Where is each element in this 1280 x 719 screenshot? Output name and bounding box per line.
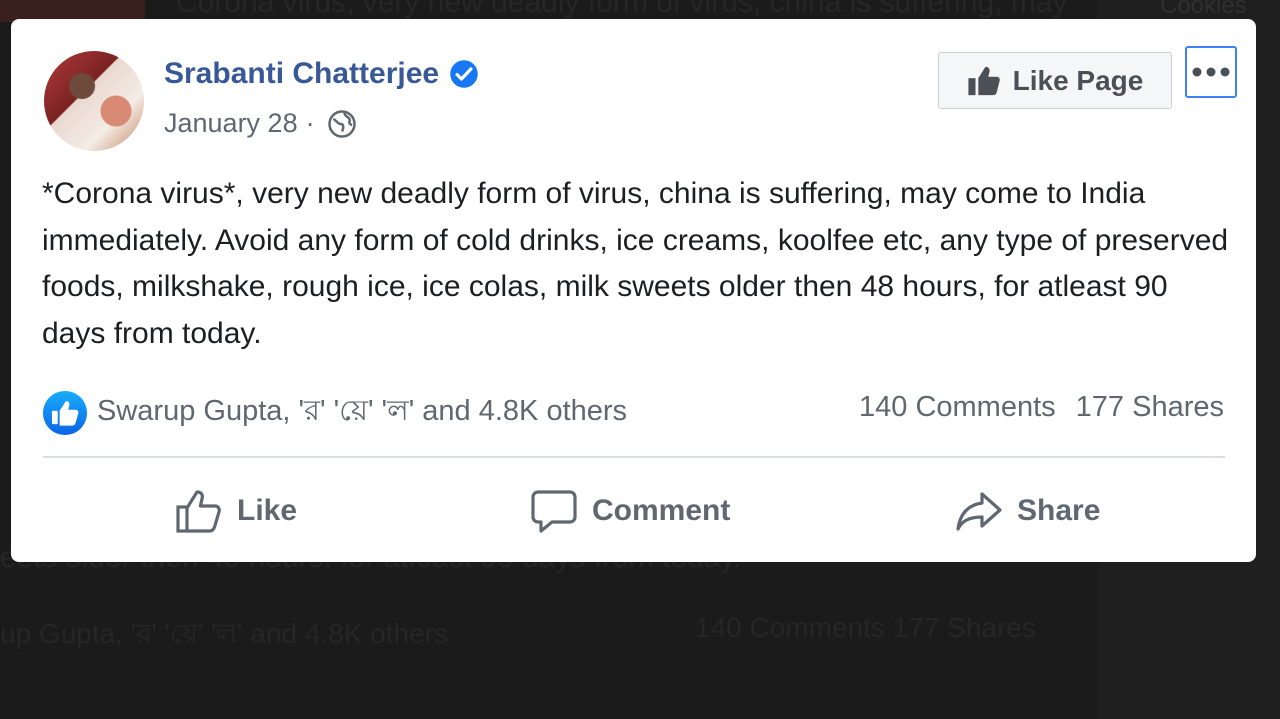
comment-button[interactable]: Comment xyxy=(530,484,730,538)
share-arrow-icon xyxy=(956,492,1002,531)
meta-separator: · xyxy=(305,108,315,138)
share-button[interactable]: Share xyxy=(955,484,1100,538)
more-options-button[interactable] xyxy=(1185,46,1237,98)
comment-bubble-icon xyxy=(531,490,577,533)
more-options-icon xyxy=(1192,67,1230,77)
post-stats: 140 Comments 177 Shares xyxy=(859,391,1224,424)
post-text: *Corona virus*, very new deadly form of … xyxy=(42,177,1229,350)
post-card: Srabanti Chatterjee January 28 · Like Pa… xyxy=(11,19,1256,562)
like-button[interactable]: Like xyxy=(175,484,297,538)
background-reactions: up Gupta, 'র' 'য়ে' 'ল' and 4.8K others xyxy=(0,618,448,649)
thumbs-up-icon xyxy=(968,66,1000,95)
author-name[interactable]: Srabanti Chatterjee xyxy=(164,57,439,91)
verified-badge-icon xyxy=(450,60,478,88)
globe-icon xyxy=(327,109,356,138)
author-avatar[interactable] xyxy=(44,51,144,151)
background-stats: 140 Comments 177 Shares xyxy=(695,612,1036,643)
background-post-text: Corona virus, very new deadly form of vi… xyxy=(176,0,1068,19)
like-label: Like xyxy=(237,494,298,527)
comments-count[interactable]: 140 Comments xyxy=(859,391,1056,424)
like-reaction-icon xyxy=(42,390,88,435)
actions-divider xyxy=(43,456,1225,458)
post-meta: January 28 · xyxy=(164,108,357,139)
reactions-summary[interactable]: Swarup Gupta, 'র' 'য়ে' 'ল' and 4.8K oth… xyxy=(42,388,627,437)
share-label: Share xyxy=(1017,494,1101,527)
comment-label: Comment xyxy=(592,494,731,527)
background-cookies-link: Cookies xyxy=(1160,0,1247,19)
like-page-label: Like Page xyxy=(1012,64,1144,96)
like-page-button[interactable]: Like Page xyxy=(938,52,1172,109)
thumbs-up-outline-icon xyxy=(176,490,221,533)
reactions-text: Swarup Gupta, 'র' 'য়ে' 'ল' and 4.8K oth… xyxy=(97,395,628,427)
shares-count[interactable]: 177 Shares xyxy=(1076,391,1224,424)
author-row: Srabanti Chatterjee xyxy=(164,57,479,91)
post-date[interactable]: January 28 xyxy=(164,108,298,139)
